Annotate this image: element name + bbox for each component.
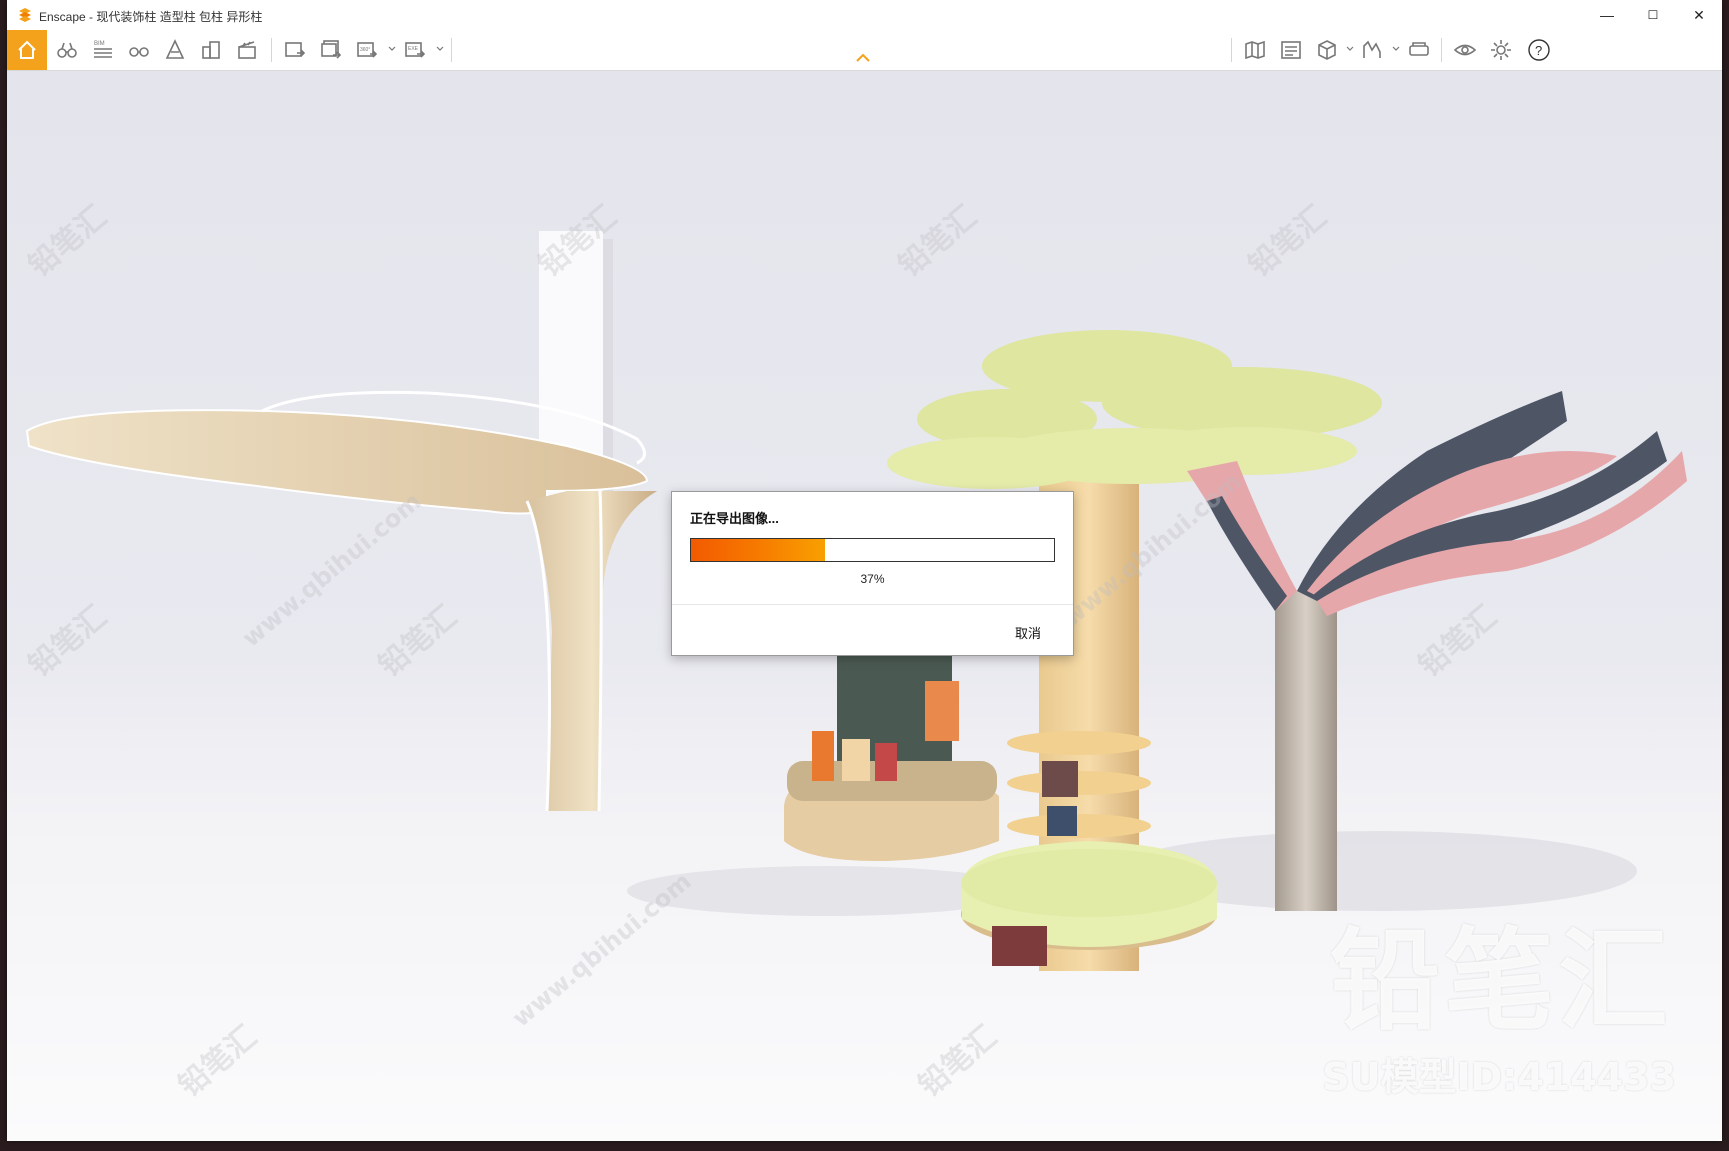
chart-icon bbox=[1363, 40, 1381, 58]
title-bar: Enscape - 现代装饰柱 造型柱 包柱 异形柱 — ☐ ✕ bbox=[7, 0, 1722, 30]
render-image-button[interactable] bbox=[279, 34, 311, 66]
chart-button[interactable] bbox=[1357, 34, 1389, 66]
visual-settings-button[interactable] bbox=[1449, 34, 1481, 66]
home-button[interactable] bbox=[7, 30, 47, 70]
close-button[interactable]: ✕ bbox=[1676, 0, 1722, 30]
wooden-leaf-canopy bbox=[25, 390, 657, 812]
maximize-button[interactable]: ☐ bbox=[1630, 0, 1676, 30]
view-cube-icon bbox=[1318, 40, 1336, 60]
batch-render-button[interactable] bbox=[315, 34, 347, 66]
main-toolbar: BIM 360° EXE ? bbox=[7, 30, 1722, 71]
toolbar-separator bbox=[1231, 38, 1232, 62]
walk-icon bbox=[129, 47, 149, 57]
exe-label: EXE bbox=[408, 46, 419, 52]
bim-info-icon: BIM bbox=[94, 41, 112, 58]
info-panel-icon bbox=[1281, 41, 1301, 59]
export-exe-button[interactable]: EXE bbox=[399, 34, 431, 66]
binoculars-icon bbox=[57, 42, 77, 58]
render-image-icon bbox=[285, 42, 306, 57]
vr-headset-icon bbox=[1409, 42, 1429, 56]
minimap-button[interactable] bbox=[1239, 34, 1271, 66]
chevron-down-icon[interactable] bbox=[387, 44, 397, 54]
toolbar-separator bbox=[451, 38, 452, 62]
collapse-toolbar-icon[interactable] bbox=[855, 52, 871, 64]
watermark-model-id: SU模型ID:414433 bbox=[1322, 1055, 1676, 1099]
export-progress-bar bbox=[690, 538, 1055, 562]
bim-button[interactable]: BIM bbox=[87, 34, 119, 66]
video-editor-icon bbox=[238, 41, 256, 59]
toolbar-separator bbox=[271, 38, 272, 62]
vr-button[interactable] bbox=[1403, 34, 1435, 66]
window-title: Enscape - 现代装饰柱 造型柱 包柱 异形柱 bbox=[39, 10, 263, 24]
panorama-icon: 360° bbox=[357, 42, 378, 58]
progress-fill bbox=[691, 539, 826, 561]
eye-icon bbox=[1453, 44, 1477, 56]
export-progress-dialog: 正在导出图像... 37% 取消 bbox=[671, 491, 1074, 656]
atmosphere-icon bbox=[165, 39, 185, 59]
reading-bench bbox=[784, 636, 999, 861]
dialog-title: 正在导出图像... bbox=[690, 511, 779, 526]
progress-percent: 37% bbox=[860, 572, 885, 586]
panorama-label: 360° bbox=[360, 47, 370, 53]
help-button[interactable]: ? bbox=[1523, 34, 1555, 66]
views-button[interactable] bbox=[51, 34, 83, 66]
help-label: ? bbox=[1535, 43, 1542, 58]
bim-label: BIM bbox=[94, 41, 105, 47]
watermark-brand: 铅笔汇 bbox=[1330, 917, 1672, 1045]
export-exe-icon: EXE bbox=[405, 42, 426, 58]
chevron-down-icon[interactable] bbox=[1391, 44, 1401, 54]
cancel-button[interactable]: 取消 bbox=[1015, 623, 1041, 642]
dialog-divider bbox=[672, 604, 1073, 605]
batch-render-icon bbox=[321, 40, 342, 59]
enscape-logo-icon bbox=[19, 8, 31, 22]
chevron-down-icon[interactable] bbox=[1345, 44, 1355, 54]
atmosphere-button[interactable] bbox=[159, 34, 191, 66]
info-panel-button[interactable] bbox=[1275, 34, 1307, 66]
home-icon bbox=[18, 40, 36, 59]
asset-library-button[interactable] bbox=[195, 34, 227, 66]
map-icon bbox=[1245, 40, 1265, 60]
chevron-down-icon[interactable] bbox=[435, 44, 445, 54]
minimize-button[interactable]: — bbox=[1584, 0, 1630, 30]
video-editor-button[interactable] bbox=[231, 34, 263, 66]
panorama-button[interactable]: 360° bbox=[351, 34, 383, 66]
toolbar-separator bbox=[1441, 38, 1442, 62]
settings-button[interactable] bbox=[1485, 34, 1517, 66]
gear-icon bbox=[1491, 40, 1511, 60]
walk-button[interactable] bbox=[123, 34, 155, 66]
view-cube-button[interactable] bbox=[1311, 34, 1343, 66]
help-icon: ? bbox=[1528, 39, 1550, 61]
asset-library-icon bbox=[202, 41, 220, 59]
enscape-window: Enscape - 现代装饰柱 造型柱 包柱 异形柱 — ☐ ✕ BIM 360… bbox=[7, 0, 1722, 1141]
